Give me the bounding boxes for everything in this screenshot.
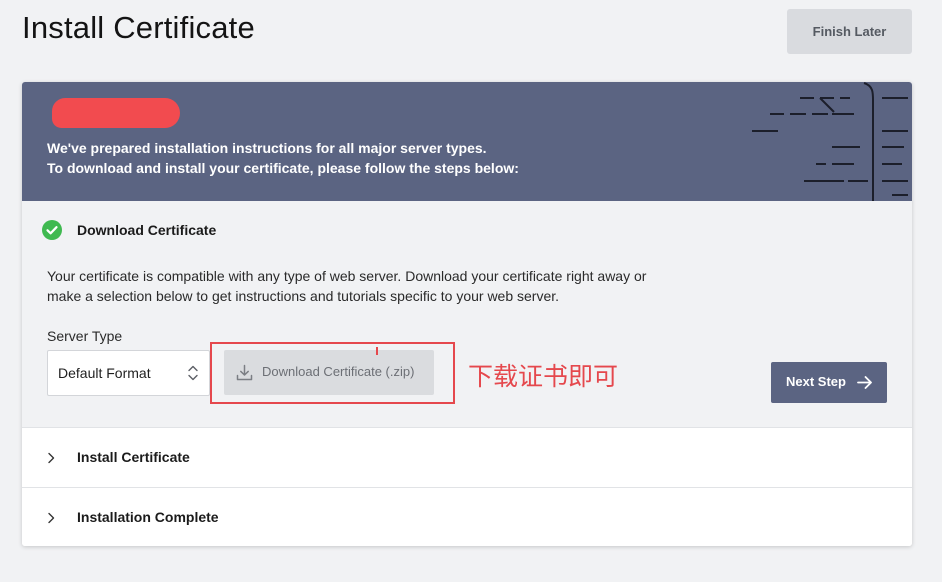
install-card: We've prepared installation instructions…: [22, 82, 912, 546]
page-title: Install Certificate: [22, 10, 255, 45]
step-install-certificate[interactable]: Install Certificate: [22, 427, 912, 487]
banner: We've prepared installation instructions…: [22, 82, 912, 201]
next-step-label: Next Step: [786, 374, 846, 389]
step-title-download[interactable]: Download Certificate: [77, 222, 216, 238]
step-title-install: Install Certificate: [77, 449, 190, 465]
annotation-highlight-box: [210, 342, 455, 404]
server-type-label: Server Type: [47, 328, 123, 344]
banner-line-2: To download and install your certificate…: [47, 160, 519, 176]
server-type-value: Default Format: [58, 365, 151, 381]
redacted-name: [52, 98, 180, 128]
arrow-right-icon: [857, 376, 872, 389]
step-title-complete: Installation Complete: [77, 509, 219, 525]
step-description: Your certificate is compatible with any …: [47, 268, 647, 304]
check-circle-icon: [42, 220, 62, 240]
step-download-certificate: Download Certificate Your certificate is…: [22, 201, 912, 427]
terminal-illustration-icon: [752, 82, 908, 201]
server-type-select[interactable]: Default Format: [47, 350, 210, 396]
banner-text: We've prepared installation instructions…: [47, 138, 519, 178]
chevron-right-icon: [48, 452, 55, 464]
annotation-text: 下载证书即可: [468, 362, 619, 391]
banner-line-1: We've prepared installation instructions…: [47, 140, 487, 156]
up-down-chevron-icon: [188, 365, 198, 381]
step-installation-complete[interactable]: Installation Complete: [22, 487, 912, 546]
next-step-button[interactable]: Next Step: [771, 362, 887, 403]
annotation-mark: [376, 347, 378, 355]
chevron-right-icon: [48, 512, 55, 524]
finish-later-button[interactable]: Finish Later: [787, 9, 912, 54]
